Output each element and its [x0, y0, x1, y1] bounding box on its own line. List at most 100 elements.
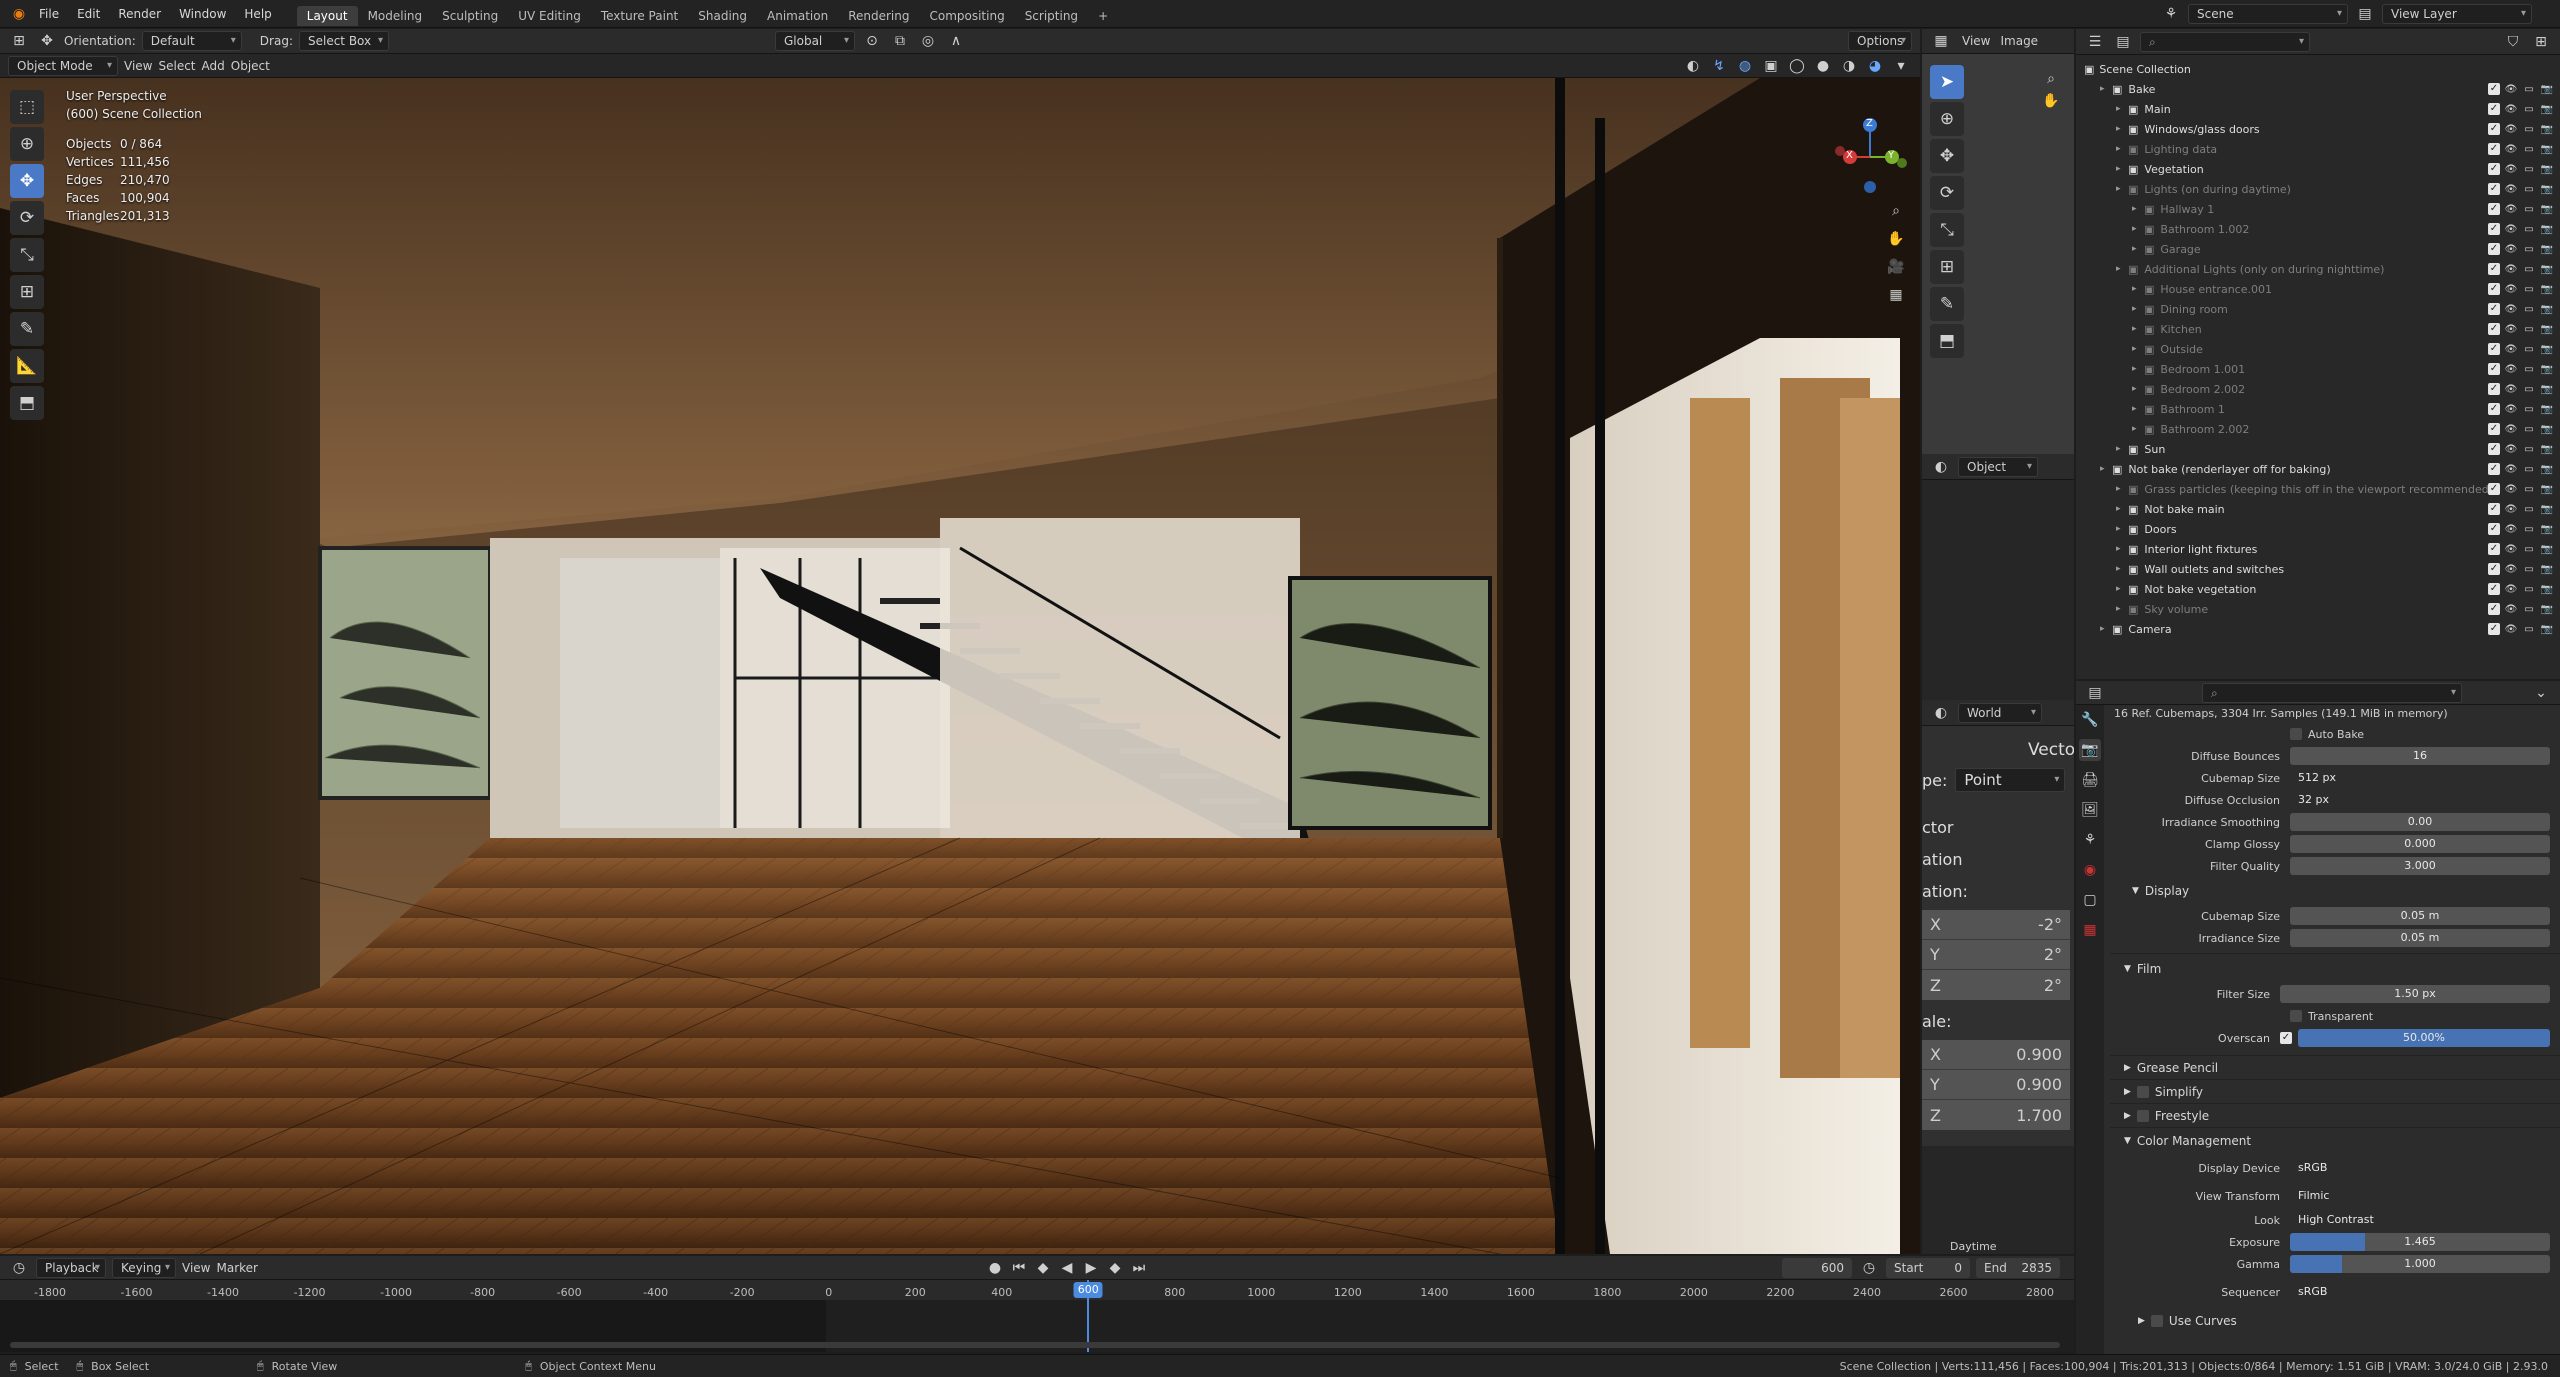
exclude-checkbox[interactable]: ✓: [2488, 103, 2500, 115]
exclude-checkbox[interactable]: ✓: [2488, 203, 2500, 215]
cubemap-size-dropdown[interactable]: 512 px: [2290, 769, 2550, 787]
vector-type-dropdown[interactable]: Point: [1955, 768, 2066, 792]
transform-space-dropdown[interactable]: Global: [774, 31, 855, 51]
exclude-checkbox[interactable]: ✓: [2488, 403, 2500, 415]
solid-shading-icon[interactable]: ●: [1812, 55, 1834, 77]
viewport-disable-icon[interactable]: ▭: [2522, 104, 2536, 115]
outliner-row[interactable]: ▸ ▣ Wall outlets and switches ✓ 👁 ▭ 📷: [2076, 559, 2560, 579]
eye-icon[interactable]: 👁: [2504, 564, 2518, 575]
viewport-disable-icon[interactable]: ▭: [2522, 184, 2536, 195]
viewport-disable-icon[interactable]: ▭: [2522, 404, 2536, 415]
eye-icon[interactable]: 👁: [2504, 624, 2518, 635]
camera-render-icon[interactable]: 📷: [2540, 564, 2554, 575]
annotate-tool-icon[interactable]: ✎: [10, 312, 44, 346]
use-curves-subpanel[interactable]: ▶ Use Curves: [2110, 1309, 2560, 1333]
filter-size-field[interactable]: 1.50 px: [2280, 985, 2550, 1003]
eye-icon[interactable]: 👁: [2504, 284, 2518, 295]
expand-arrow-icon[interactable]: ▸: [2132, 244, 2144, 254]
viewport-disable-icon[interactable]: ▭: [2522, 284, 2536, 295]
image-transform-icon[interactable]: ⊞: [1930, 250, 1964, 284]
outliner-row[interactable]: ▸ ▣ Hallway 1 ✓ 👁 ▭ 📷: [2076, 199, 2560, 219]
eye-icon[interactable]: 👁: [2504, 424, 2518, 435]
camera-render-icon[interactable]: 📷: [2540, 544, 2554, 555]
viewport-disable-icon[interactable]: ▭: [2522, 524, 2536, 535]
camera-view-icon[interactable]: 🎥: [1882, 253, 1910, 281]
viewport-disable-icon[interactable]: ▭: [2522, 424, 2536, 435]
scene-selector[interactable]: Scene: [2188, 4, 2348, 24]
outliner-row[interactable]: ▸ ▣ Lighting data ✓ 👁 ▭ 📷: [2076, 139, 2560, 159]
outliner-row[interactable]: ▸ ▣ Not bake vegetation ✓ 👁 ▭ 📷: [2076, 579, 2560, 599]
exclude-checkbox[interactable]: ✓: [2488, 463, 2500, 475]
exclude-checkbox[interactable]: ✓: [2488, 343, 2500, 355]
eye-icon[interactable]: 👁: [2504, 484, 2518, 495]
cursor-tool-icon[interactable]: ⊕: [10, 127, 44, 161]
navigation-gizmo[interactable]: Z X Y: [1830, 87, 1910, 197]
image-cursor-icon[interactable]: ⊕: [1930, 102, 1964, 136]
exclude-checkbox[interactable]: ✓: [2488, 303, 2500, 315]
image-move-icon[interactable]: ✥: [1930, 139, 1964, 173]
render-tab-icon[interactable]: 📷: [2079, 739, 2101, 761]
end-frame-field[interactable]: End 2835: [1976, 1257, 2060, 1278]
expand-arrow-icon[interactable]: ▸: [2116, 604, 2128, 614]
eye-icon[interactable]: 👁: [2504, 344, 2518, 355]
eye-icon[interactable]: 👁: [2504, 384, 2518, 395]
eye-icon[interactable]: 👁: [2504, 264, 2518, 275]
viewport-disable-icon[interactable]: ▭: [2522, 564, 2536, 575]
camera-render-icon[interactable]: 📷: [2540, 424, 2554, 435]
outliner-row[interactable]: ▸ ▣ Grass particles (keeping this off in t…: [2076, 479, 2560, 499]
viewport-disable-icon[interactable]: ▭: [2522, 244, 2536, 255]
pin-icon[interactable]: ⌄: [2530, 682, 2552, 704]
eye-icon[interactable]: 👁: [2504, 104, 2518, 115]
outliner-row[interactable]: ▸ ▣ Bathroom 1.002 ✓ 👁 ▭ 📷: [2076, 219, 2560, 239]
proportional-edit-icon[interactable]: ◎: [917, 30, 939, 52]
image-scale-icon[interactable]: ⤡: [1930, 213, 1964, 247]
view-layer-tab-icon[interactable]: 🖼: [2079, 799, 2101, 821]
expand-arrow-icon[interactable]: ▸: [2116, 164, 2128, 174]
viewport-disable-icon[interactable]: ▭: [2522, 204, 2536, 215]
tab-layout[interactable]: Layout: [296, 6, 358, 26]
exclude-checkbox[interactable]: ✓: [2488, 423, 2500, 435]
image-rotate-icon[interactable]: ⟳: [1930, 176, 1964, 210]
viewport-disable-icon[interactable]: ▭: [2522, 144, 2536, 155]
current-frame-field[interactable]: 600: [1782, 1257, 1852, 1278]
menu-help[interactable]: Help: [235, 0, 280, 28]
outliner-row[interactable]: ▸ ▣ Doors ✓ 👁 ▭ 📷: [2076, 519, 2560, 539]
tab-texture-paint[interactable]: Texture Paint: [591, 6, 688, 26]
image-select-tool-icon[interactable]: ➤: [1930, 65, 1964, 99]
perspective-toggle-icon[interactable]: ▦: [1882, 281, 1910, 309]
rotation-y-field[interactable]: Y 2°: [1922, 940, 2070, 970]
expand-arrow-icon[interactable]: ▸: [2116, 484, 2128, 494]
viewport-disable-icon[interactable]: ▭: [2522, 364, 2536, 375]
tab-shading[interactable]: Shading: [688, 6, 757, 26]
expand-arrow-icon[interactable]: ▸: [2132, 384, 2144, 394]
outliner-row[interactable]: ▸ ▣ Bathroom 1 ✓ 👁 ▭ 📷: [2076, 399, 2560, 419]
outliner-row[interactable]: ▸ ▣ Outside ✓ 👁 ▭ 📷: [2076, 339, 2560, 359]
outliner-row[interactable]: ▸ ▣ Vegetation ✓ 👁 ▭ 📷: [2076, 159, 2560, 179]
camera-render-icon[interactable]: 📷: [2540, 164, 2554, 175]
timeline-menu-view[interactable]: View: [182, 1261, 210, 1275]
expand-arrow-icon[interactable]: ▸: [2116, 144, 2128, 154]
rendered-shading-icon[interactable]: ◕: [1864, 55, 1886, 77]
camera-render-icon[interactable]: 📷: [2540, 524, 2554, 535]
keying-menu[interactable]: Keying: [112, 1257, 176, 1278]
gamma-slider[interactable]: 1.000: [2290, 1255, 2550, 1273]
film-panel[interactable]: ▼ Film: [2110, 953, 2560, 983]
timeline-menu-marker[interactable]: Marker: [216, 1261, 257, 1275]
camera-render-icon[interactable]: 📷: [2540, 284, 2554, 295]
viewport-disable-icon[interactable]: ▭: [2522, 384, 2536, 395]
overscan-field[interactable]: 50.00%: [2298, 1029, 2550, 1047]
eye-icon[interactable]: 👁: [2504, 324, 2518, 335]
outliner-row[interactable]: ▸ ▣ Dining room ✓ 👁 ▭ 📷: [2076, 299, 2560, 319]
simplify-checkbox[interactable]: [2136, 1085, 2149, 1098]
editor-type-icon[interactable]: ◷: [8, 1257, 30, 1279]
outliner-root[interactable]: ▣ Scene Collection: [2076, 59, 2560, 79]
viewport-render[interactable]: [0, 78, 1920, 1254]
properties-search[interactable]: ⌕: [2202, 682, 2462, 703]
display-subpanel[interactable]: ▼ Display: [2110, 877, 2560, 905]
eye-icon[interactable]: 👁: [2504, 404, 2518, 415]
editor-type-icon[interactable]: ☰: [2084, 31, 2106, 53]
exclude-checkbox[interactable]: ✓: [2488, 483, 2500, 495]
eye-icon[interactable]: 👁: [2504, 244, 2518, 255]
irradiance-size-field[interactable]: 0.05 m: [2290, 929, 2550, 947]
color-management-panel[interactable]: ▼ Color Management: [2110, 1127, 2560, 1153]
